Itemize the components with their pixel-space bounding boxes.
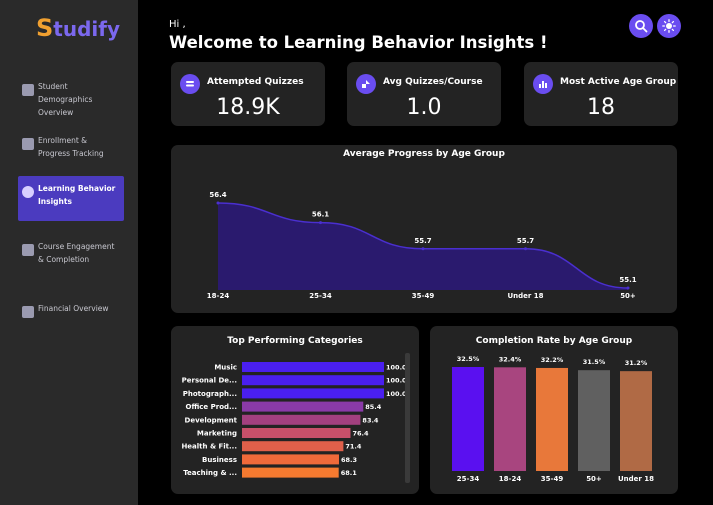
scrollbar[interactable] — [405, 353, 410, 483]
area-chart-card: Average Progress by Age Group 56.4 18-24 5… — [171, 145, 677, 313]
kpi-value: 1.0 — [406, 95, 442, 120]
kpi-value: 18 — [587, 95, 615, 120]
theme-toggle-button[interactable] — [657, 14, 681, 38]
hbar-chart-card: Top Performing Categories Music 100.0 Pers… — [171, 326, 419, 494]
data-label: 100.0 — [386, 390, 407, 398]
bar — [242, 401, 364, 412]
x-tick-label: 50+ — [586, 475, 602, 483]
sidebar-item-label: Learning Behavior Insights — [38, 184, 116, 206]
bar — [242, 467, 339, 478]
brain-icon — [22, 186, 34, 198]
category-label: Photograph... — [183, 390, 237, 398]
chart-icon — [533, 74, 553, 94]
data-point — [216, 201, 220, 205]
sidebar: Studify Student Demographics Overview En… — [0, 0, 138, 505]
sidebar-item-label: Financial Overview — [38, 304, 109, 313]
sun-icon — [662, 19, 676, 33]
data-label: 71.4 — [345, 443, 362, 451]
hbar-chart: Music 100.0 Personal De... 100.0 Photograph.… — [181, 362, 407, 478]
sidebar-item-financial[interactable]: Financial Overview — [18, 296, 124, 324]
data-label: 56.4 — [209, 191, 226, 199]
sidebar-item-course-engagement[interactable]: Course Engagement & Completion — [18, 234, 124, 272]
sidebar-item-label: Student Demographics Overview — [38, 82, 93, 117]
kpi-card-avg-quizzes: Avg Quizzes/Course 1.0 — [347, 62, 501, 126]
greeting: Hi , — [169, 19, 186, 30]
data-point — [524, 247, 527, 251]
kpi-value: 18.9K — [216, 95, 280, 120]
bar — [242, 428, 351, 438]
data-label: 31.2% — [625, 359, 648, 367]
kpi-card-attempted-quizzes: Attempted Quizzes 18.9K — [171, 62, 325, 126]
data-label: 68.3 — [341, 456, 357, 464]
kpi-title: Avg Quizzes/Course — [383, 77, 483, 87]
x-tick-label: Under 18 — [507, 292, 543, 300]
category-label: Development — [185, 416, 238, 424]
bar — [578, 370, 610, 471]
quiz-icon — [180, 74, 200, 94]
x-tick-label: 25-34 — [457, 475, 480, 483]
kpi-card-most-active-age: Most Active Age Group 18 — [524, 62, 678, 126]
category-label: Music — [214, 364, 237, 372]
x-tick-label: 18-24 — [499, 475, 522, 483]
data-label: 31.5% — [583, 358, 606, 366]
data-label: 55.7 — [517, 237, 534, 245]
data-label: 32.2% — [541, 356, 564, 364]
data-point — [319, 221, 322, 225]
data-label: 32.5% — [457, 355, 480, 363]
bar — [242, 362, 384, 372]
bar — [620, 371, 652, 471]
bar — [452, 367, 484, 471]
data-label: 83.4 — [362, 416, 379, 424]
kpi-title: Attempted Quizzes — [207, 77, 304, 87]
x-tick-label: 18-24 — [207, 292, 230, 300]
sidebar-item-enrollment[interactable]: Enrollment & Progress Tracking — [18, 128, 124, 166]
data-label: 68.1 — [341, 469, 358, 477]
data-point — [421, 247, 425, 251]
category-label: Marketing — [197, 430, 237, 438]
page-title: Welcome to Learning Behavior Insights ! — [169, 33, 548, 52]
data-label: 76.4 — [352, 430, 369, 438]
sidebar-item-label: Course Engagement & Completion — [38, 242, 115, 264]
vbar-chart-card: Completion Rate by Age Group 32.5% 25-34 3… — [430, 326, 678, 494]
kpi-title: Most Active Age Group — [560, 77, 677, 87]
category-label: Personal De... — [182, 377, 237, 385]
data-label: 56.1 — [312, 211, 329, 219]
bar — [242, 414, 361, 425]
sidebar-item-student-demographics[interactable]: Student Demographics Overview — [18, 74, 124, 125]
data-label: 55.1 — [619, 276, 636, 284]
x-tick-label: 35-49 — [541, 475, 564, 483]
search-button[interactable] — [629, 14, 653, 38]
data-point — [626, 286, 630, 290]
x-tick-label: Under 18 — [618, 475, 654, 483]
bar — [242, 454, 339, 465]
category-label: Business — [202, 456, 237, 464]
data-label: 100.0 — [386, 377, 407, 385]
search-icon — [635, 20, 648, 33]
finance-icon — [22, 306, 34, 318]
avg-icon — [356, 74, 376, 94]
data-label: 32.4% — [499, 355, 522, 363]
bar — [494, 367, 526, 471]
data-label: 85.4 — [365, 403, 382, 411]
data-label: 100.0 — [386, 364, 407, 372]
sidebar-item-label: Enrollment & Progress Tracking — [38, 136, 104, 158]
progress-icon — [22, 138, 34, 150]
category-label: Teaching & ... — [183, 469, 237, 477]
bar — [242, 441, 344, 452]
x-tick-label: 25-34 — [309, 292, 332, 300]
bar — [242, 375, 384, 386]
course-icon — [22, 244, 34, 256]
logo[interactable]: Studify — [36, 14, 120, 42]
vbar-chart: 32.5% 25-34 32.4% 18-24 32.2% 35-49 31.5% 50+ 31… — [452, 355, 654, 483]
data-label: 55.7 — [414, 237, 431, 245]
bar — [536, 367, 568, 471]
category-label: Health & Fit... — [181, 443, 237, 451]
bar — [242, 388, 384, 399]
sidebar-item-learning-behavior[interactable]: Learning Behavior Insights — [18, 176, 124, 221]
area-chart: 56.4 18-24 56.1 25-34 55.7 35-49 55.7 Under 18 5… — [207, 191, 637, 300]
category-label: Office Prod... — [186, 403, 237, 411]
x-tick-label: 35-49 — [412, 292, 435, 300]
users-icon — [22, 84, 34, 96]
x-tick-label: 50+ — [620, 292, 636, 300]
